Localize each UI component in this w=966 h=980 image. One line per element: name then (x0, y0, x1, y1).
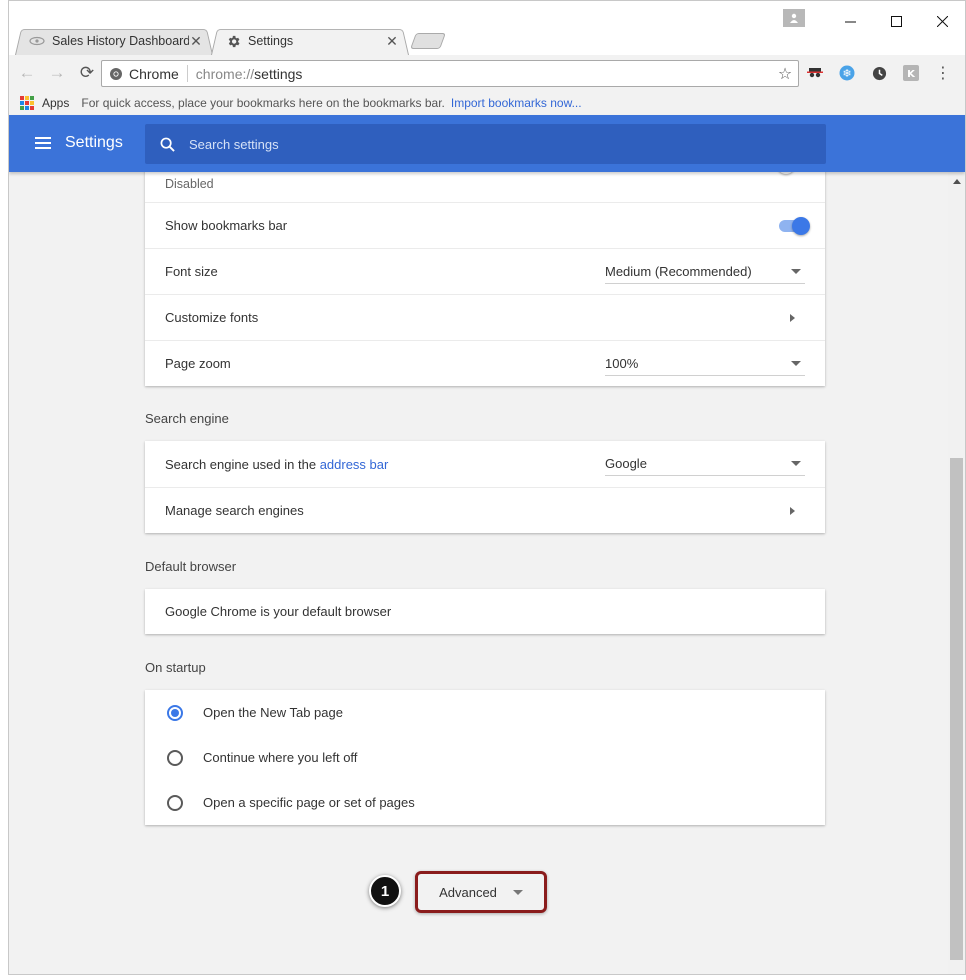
close-tab-icon[interactable]: ✕ (385, 33, 399, 50)
tab-settings[interactable]: Settings ✕ (211, 27, 409, 55)
close-tab-icon[interactable]: ✕ (189, 33, 203, 50)
page-zoom-row: Page zoom 100% (145, 340, 825, 386)
hamburger-menu-icon[interactable] (35, 137, 51, 149)
page-scrollbar[interactable] (948, 172, 965, 974)
page-zoom-value: 100% (605, 355, 639, 371)
tab-sales-history[interactable]: Sales History Dashboard ✕ (15, 27, 213, 55)
search-engine-select[interactable]: Google (605, 452, 805, 476)
customize-fonts-label: Customize fonts (165, 310, 259, 325)
show-bookmarks-row[interactable]: Show bookmarks bar (145, 202, 825, 248)
gear-icon (225, 33, 241, 49)
k-extension-icon[interactable]: K (901, 64, 921, 82)
svg-text:❄: ❄ (842, 67, 851, 80)
on-startup-heading: On startup (145, 660, 206, 675)
manage-search-engines-row[interactable]: Manage search engines (145, 487, 825, 533)
startup-option-label: Continue where you left off (203, 750, 358, 765)
minimize-button[interactable] (827, 1, 873, 41)
search-icon (145, 137, 189, 152)
settings-header: Settings (9, 115, 965, 172)
new-tab-button[interactable] (410, 33, 446, 49)
manage-search-engines-label: Manage search engines (165, 503, 304, 518)
tab-title: Settings (248, 34, 294, 48)
address-bar[interactable]: Chrome chrome://settings ☆ (101, 60, 799, 87)
search-engine-value: Google (605, 456, 647, 471)
browser-window: Sales History Dashboard ✕ Settings ✕ ← →… (8, 0, 966, 975)
chevron-right-icon (790, 313, 795, 322)
page-zoom-select[interactable]: 100% (605, 352, 805, 376)
appearance-card: Disabled Show bookmarks bar Font size Me… (145, 172, 825, 386)
bookmarks-hint: For quick access, place your bookmarks h… (81, 96, 445, 110)
dashboard-favicon-icon (29, 33, 45, 49)
browser-toolbar: ← → ⟳ Chrome chrome://settings ☆ ❄ K ⋮ (9, 55, 965, 91)
font-size-value: Medium (Recommended) (605, 263, 752, 279)
snowflake-extension-icon[interactable]: ❄ (837, 64, 857, 82)
startup-option-label: Open the New Tab page (203, 705, 343, 720)
page-title: Settings (65, 134, 123, 151)
url-text: chrome://settings (195, 65, 303, 82)
advanced-button[interactable]: Advanced (415, 871, 547, 913)
title-bar: Sales History Dashboard ✕ Settings ✕ (9, 1, 965, 55)
maximize-button[interactable] (873, 1, 919, 41)
apps-shortcut[interactable]: Apps (42, 96, 69, 110)
font-size-select[interactable]: Medium (Recommended) (605, 260, 805, 284)
radio-button[interactable] (167, 749, 183, 766)
back-arrow-icon[interactable]: ← (12, 63, 42, 83)
chrome-icon (110, 67, 122, 80)
startup-option-new-tab[interactable]: Open the New Tab page (145, 690, 825, 735)
bookmark-star-icon[interactable]: ☆ (772, 64, 798, 84)
search-engine-used-row: Search engine used in the address bar Go… (145, 441, 825, 487)
chevron-down-icon (791, 461, 801, 466)
profile-icon[interactable] (783, 9, 805, 27)
close-window-button[interactable] (919, 1, 965, 41)
clock-extension-icon[interactable] (869, 64, 889, 82)
customize-fonts-row[interactable]: Customize fonts (145, 294, 825, 340)
incognito-extension-icon[interactable] (805, 64, 825, 82)
search-engine-heading: Search engine (145, 411, 229, 426)
step-callout-badge: 1 (369, 875, 401, 907)
default-browser-card: Google Chrome is your default browser (145, 589, 825, 634)
default-browser-heading: Default browser (145, 559, 237, 574)
search-settings-input[interactable] (189, 136, 689, 152)
import-bookmarks-link[interactable]: Import bookmarks now... (451, 96, 582, 110)
default-browser-row: Google Chrome is your default browser (145, 589, 825, 634)
chevron-down-icon (791, 268, 801, 274)
advanced-label: Advanced (439, 884, 497, 900)
chevron-right-icon (790, 506, 795, 515)
show-bookmarks-label: Show bookmarks bar (165, 218, 288, 233)
reload-icon[interactable]: ⟳ (72, 63, 102, 83)
search-engine-card: Search engine used in the address bar Go… (145, 441, 825, 533)
startup-option-specific-pages[interactable]: Open a specific page or set of pages (145, 780, 825, 825)
radio-button[interactable] (167, 794, 183, 811)
on-startup-card: Open the New Tab page Continue where you… (145, 690, 825, 825)
show-bookmarks-toggle[interactable] (779, 216, 810, 235)
scrollbar-thumb[interactable] (950, 458, 963, 960)
chevron-down-icon (791, 360, 801, 366)
forward-arrow-icon[interactable]: → (42, 63, 72, 83)
startup-option-label: Open a specific page or set of pages (203, 795, 415, 810)
settings-content: Disabled Show bookmarks bar Font size Me… (9, 172, 949, 974)
svg-text:K: K (907, 69, 916, 80)
bookmarks-bar: Apps For quick access, place your bookma… (9, 91, 965, 115)
radio-button-checked[interactable] (167, 704, 183, 721)
menu-kebab-icon[interactable]: ⋮ (933, 64, 953, 82)
partial-setting-sublabel: Disabled (165, 177, 214, 191)
font-size-row: Font size Medium (Recommended) (145, 248, 825, 294)
tab-title: Sales History Dashboard (52, 34, 189, 48)
default-browser-status: Google Chrome is your default browser (165, 604, 392, 619)
scroll-up-arrow-icon[interactable] (953, 179, 961, 184)
chevron-down-icon (512, 889, 523, 895)
search-settings-box[interactable] (145, 124, 826, 164)
window-controls (783, 1, 965, 41)
address-bar-link[interactable]: address bar (320, 457, 389, 472)
site-label: Chrome (129, 65, 179, 82)
site-chip[interactable]: Chrome (102, 65, 188, 82)
apps-grid-icon[interactable] (20, 96, 34, 110)
appearance-partial-row: Disabled (145, 172, 825, 202)
startup-option-continue[interactable]: Continue where you left off (145, 735, 825, 780)
